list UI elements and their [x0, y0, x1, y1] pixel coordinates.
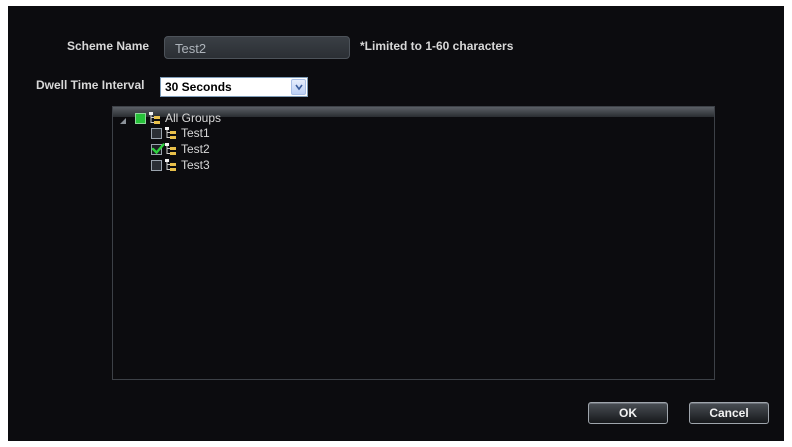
cancel-button[interactable]: Cancel: [689, 402, 769, 424]
expanded-triangle-icon[interactable]: [119, 113, 129, 124]
dropdown-arrow-button[interactable]: [291, 79, 306, 95]
group-icon: [148, 111, 161, 125]
test2-checkbox[interactable]: [151, 142, 165, 155]
tree-item-test3[interactable]: Test3: [151, 157, 210, 173]
test3-checkbox[interactable]: [151, 159, 162, 171]
scheme-name-label: Scheme Name: [67, 39, 150, 53]
group-icon: [164, 142, 177, 156]
checkmark-icon: [151, 142, 165, 154]
scheme-dialog: Scheme Name *Limited to 1-60 characters …: [8, 6, 784, 441]
tree-item-test2[interactable]: Test2: [151, 141, 210, 157]
tree-root-all-groups[interactable]: All Groups: [119, 110, 221, 126]
ok-button[interactable]: OK: [588, 402, 668, 424]
chevron-down-icon: [295, 84, 303, 91]
test1-label: Test1: [181, 126, 210, 140]
tree-item-test1[interactable]: Test1: [151, 125, 210, 141]
group-tree[interactable]: All Groups Test1 Test2 Test3: [112, 106, 715, 380]
scheme-name-input[interactable]: [164, 36, 350, 59]
dwell-time-value: 30 Seconds: [165, 80, 232, 94]
test2-label: Test2: [181, 142, 210, 156]
scheme-name-hint: *Limited to 1-60 characters: [360, 39, 514, 53]
dwell-time-label: Dwell Time Interval: [36, 78, 145, 92]
group-icon: [164, 158, 177, 172]
dwell-time-select[interactable]: 30 Seconds: [160, 77, 308, 97]
all-groups-checkbox[interactable]: [135, 112, 146, 124]
test1-checkbox[interactable]: [151, 127, 162, 139]
test3-label: Test3: [181, 158, 210, 172]
group-icon: [164, 126, 177, 140]
all-groups-label: All Groups: [165, 111, 222, 125]
